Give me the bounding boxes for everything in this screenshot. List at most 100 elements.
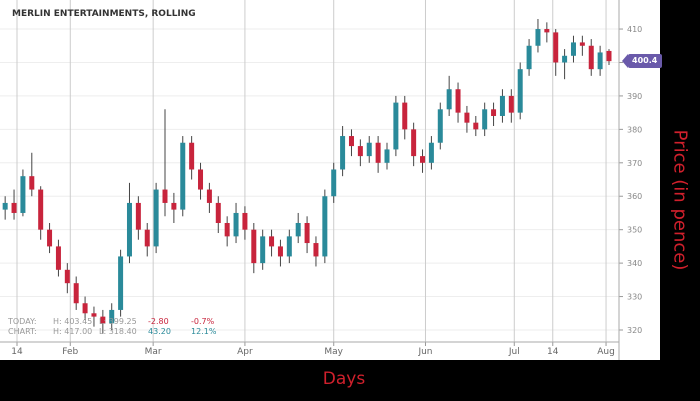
today-low: L: 399.25	[99, 317, 137, 326]
candle-body	[162, 189, 168, 203]
candle-body	[29, 176, 35, 190]
candle-body	[446, 89, 452, 110]
candle-body	[2, 202, 8, 210]
y-tick-label: 360	[627, 192, 642, 201]
candle-body	[180, 142, 186, 210]
candle-body	[535, 29, 541, 46]
candle-body	[153, 189, 159, 247]
x-tick-label: Aug	[597, 347, 615, 357]
candle-body	[553, 32, 559, 63]
current-price-badge: 400.4	[621, 54, 663, 69]
today-label: TODAY:	[8, 317, 37, 326]
chart-pct: 12.1%	[191, 327, 217, 336]
candle-body	[517, 69, 523, 113]
candle-body	[20, 176, 26, 213]
chart-plot: 32033034035036037038039040041014FebMarAp…	[0, 0, 663, 360]
chart-low: L: 318.40	[99, 327, 137, 336]
candle-body	[73, 283, 79, 304]
x-axis-label: Days	[322, 369, 366, 389]
candle-body	[562, 55, 568, 63]
candle-body	[491, 109, 497, 116]
candle-body	[171, 202, 177, 210]
candle-body	[251, 229, 257, 264]
candle-body	[420, 156, 426, 163]
chart-high: H: 417.00	[53, 327, 93, 336]
candle-body	[357, 146, 363, 157]
candle-body	[340, 136, 346, 170]
y-tick-label: 350	[627, 226, 642, 235]
x-tick-label: Mar	[145, 347, 162, 357]
y-tick-label: 340	[627, 259, 642, 268]
candle-body	[526, 45, 532, 70]
candle-body	[144, 229, 150, 247]
candle-body	[402, 102, 408, 130]
x-tick-label: Apr	[237, 347, 253, 357]
candle-body	[437, 109, 443, 143]
candle-body	[277, 246, 283, 257]
y-tick-label: 320	[627, 326, 642, 335]
candlestick-chart: 32033034035036037038039040041014FebMarAp…	[0, 0, 642, 360]
candle-body	[295, 222, 301, 237]
y-tick-label: 330	[627, 293, 642, 302]
candle-body	[428, 142, 434, 163]
candle-body	[304, 222, 310, 244]
candle-body	[224, 222, 230, 237]
y-tick-label: 410	[627, 25, 642, 34]
candle-body	[606, 50, 612, 62]
today-pct: -0.7%	[191, 317, 215, 326]
candle-body	[233, 212, 239, 237]
candle-body	[411, 129, 417, 157]
x-tick-label: Feb	[62, 347, 78, 357]
x-tick-label: May	[324, 347, 343, 357]
candle-body	[544, 29, 550, 33]
candle-body	[570, 42, 576, 56]
chart-change: 43.20	[148, 327, 171, 336]
candle-body	[473, 122, 479, 130]
candle-body	[482, 109, 488, 130]
candle-body	[384, 149, 390, 163]
candle-body	[455, 89, 461, 113]
candle-body	[322, 196, 328, 257]
candle-body	[348, 136, 354, 147]
x-tick-label: Jun	[417, 347, 432, 357]
today-change: -2.80	[148, 317, 169, 326]
candle-body	[286, 236, 292, 257]
candle-body	[313, 243, 319, 257]
candle-body	[375, 142, 381, 163]
x-tick-label: 14	[547, 347, 559, 357]
candle-body	[47, 229, 53, 247]
y-tick-label: 390	[627, 92, 642, 101]
y-tick-label: 370	[627, 159, 642, 168]
candle-body	[126, 202, 132, 257]
candle-body	[366, 142, 372, 157]
candle-body	[215, 202, 221, 223]
candle-body	[588, 45, 594, 70]
candle-body	[38, 189, 44, 230]
y-axis-label: Price (in pence)	[669, 129, 691, 271]
candle-body	[135, 202, 141, 230]
candle-body	[269, 236, 275, 247]
candle-body	[464, 112, 470, 123]
candle-body	[206, 189, 212, 203]
x-tick-label: Jul	[508, 347, 520, 357]
candle-body	[189, 142, 195, 170]
candle-body	[579, 42, 585, 46]
candle-body	[393, 102, 399, 150]
candle-body	[118, 256, 124, 310]
today-high: H: 403.45	[53, 317, 93, 326]
x-tick-label: 14	[11, 347, 23, 357]
candle-body	[499, 95, 505, 116]
candle-body	[198, 169, 204, 190]
candle-body	[82, 303, 88, 314]
candle-body	[508, 95, 514, 113]
candle-body	[331, 169, 337, 197]
chart-label: CHART:	[8, 327, 37, 336]
candle-body	[11, 202, 17, 213]
candle-body	[597, 52, 603, 70]
candle-body	[242, 212, 248, 230]
chart-title: MERLIN ENTERTAINMENTS, ROLLING	[12, 9, 196, 19]
candle-body	[55, 246, 61, 270]
y-tick-label: 380	[627, 125, 642, 134]
candle-body	[260, 236, 266, 264]
candle-body	[64, 269, 70, 284]
